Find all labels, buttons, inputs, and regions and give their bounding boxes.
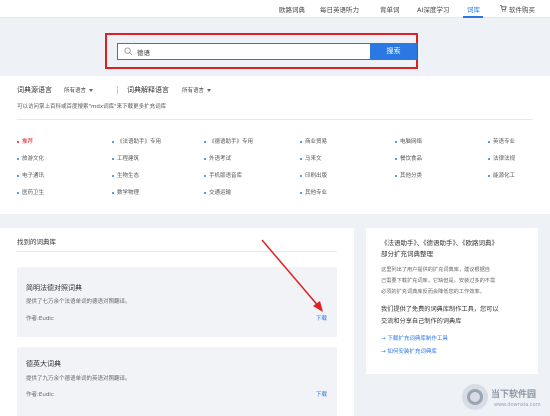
nav-item-ai-learning[interactable]: AI深度学习 [417,4,449,14]
filter-separator [17,119,533,120]
watermark-logo-icon [462,384,488,410]
filter-panel [0,76,550,214]
target-language-select[interactable]: 所有语言 [182,86,212,94]
category-item[interactable]: 马来文 [300,154,322,162]
dictionary-author: 作者:Eudic [26,392,54,398]
side-panel-text: 这里列出了用户提供的扩充词典库，建议根据自 [381,267,490,273]
source-language-label: 词典源语言 [17,86,52,94]
download-tool-link[interactable]: → 下载扩充词典库制作工具 [381,334,448,342]
download-link[interactable]: 下载 [316,390,327,398]
side-panel-promo: 交流和分享自己制作的词典库 [381,318,462,325]
category-item[interactable]: 能源化工 [488,171,515,179]
nav-item-buy-software[interactable]: 软件购买 [509,4,535,14]
search-button[interactable]: 搜索 [370,43,417,60]
chevron-down-icon [207,89,212,92]
dictionary-description: 提供了七万余个法语单词的德语对照翻译。 [26,299,131,305]
category-item[interactable]: 生物生态 [112,171,139,179]
side-panel-text: 己需要下载扩充词库，它缺但是，安装过多的不需 [381,278,496,284]
category-item[interactable]: 交通运输 [204,188,231,196]
side-panel-subtitle: 部分扩充词典整理 [381,250,433,258]
category-item[interactable]: 工程建筑 [112,154,139,162]
category-item[interactable]: 旅游文化 [17,154,44,162]
install-guide-link[interactable]: → 如何安装扩充词典库 [381,347,437,355]
target-language-label: 词典解释语言 [127,86,169,94]
dictionary-name[interactable]: 简明法德对照词典 [26,283,82,293]
filter-hint: 可以访问掌上百科或百度搜索"mdx词库"来下载更多扩充词库 [17,104,167,110]
watermark: 当下软件园 www.downxia.com [462,382,548,414]
category-item[interactable]: 印刷出版 [300,171,327,179]
category-item[interactable]: 其他专业 [300,188,327,196]
source-language-select[interactable]: 所有语言 [64,86,94,94]
category-item[interactable]: 法律法规 [488,154,515,162]
cart-icon [499,5,507,12]
dictionary-card: 德英大词典 提供了九万余个德语单词的英语对照翻译。 作者:Eudic 下载 [17,347,337,416]
category-item[interactable]: 手机版语音库 [204,171,242,179]
category-item[interactable]: 《德语助手》专用 [204,137,253,145]
source-language-value: 所有语言 [64,88,87,94]
category-item[interactable]: 数学物理 [112,188,139,196]
watermark-url: www.downxia.com [494,402,541,408]
nav-item-vocabulary[interactable]: 背单词 [380,4,400,14]
top-nav: 欧路词典 每日英语听力 背单词 AI深度学习 词库 软件购买 [0,0,550,18]
nav-item-dictionary-library[interactable]: 词库 [467,4,480,14]
target-language-value: 所有语言 [182,88,205,94]
category-item[interactable]: 电脑网络 [395,137,422,145]
dictionary-author: 作者:Eudic [26,316,54,322]
filter-divider [117,86,118,94]
dictionary-card: 简明法德对照词典 提供了七万余个法语单词的德语对照翻译。 作者:Eudic 下载 [17,267,337,337]
side-panel-title: 《法语助手》、《德语助手》、《欧路词典》 [381,239,498,247]
nav-item-daily-listening[interactable]: 每日英语听力 [320,4,359,14]
watermark-text: 当下软件园 [491,390,537,400]
category-item[interactable]: 外语考试 [204,154,231,162]
category-item[interactable]: 推荐 [17,137,33,145]
nav-item-eudic[interactable]: 欧路词典 [279,4,305,14]
search-field[interactable] [117,43,370,60]
category-item[interactable]: 《法语助手》专用 [112,137,161,145]
category-item[interactable]: 餐饮食品 [395,154,422,162]
side-panel-text: 必须的扩充词典库反而会降低您的工作效率。 [381,289,485,295]
dictionary-description: 提供了九万余个德语单词的英语对照翻译。 [26,376,131,382]
download-link[interactable]: 下载 [316,314,327,322]
category-item[interactable]: 电子通讯 [17,171,44,179]
search-input[interactable] [137,45,357,58]
side-panel-promo: 我们提供了免费的词典库制作工具，您可以 [381,306,499,313]
results-title: 找到的词典库 [17,238,56,246]
dictionary-name[interactable]: 德英大词典 [26,359,61,369]
search-icon [124,47,133,56]
category-item[interactable]: 其他分类 [395,171,422,179]
category-item[interactable]: 医药卫生 [17,188,44,196]
chevron-down-icon [89,89,94,92]
results-separator [17,251,337,252]
category-item[interactable]: 英语专业 [488,137,515,145]
category-item[interactable]: 商业贸易 [300,137,327,145]
